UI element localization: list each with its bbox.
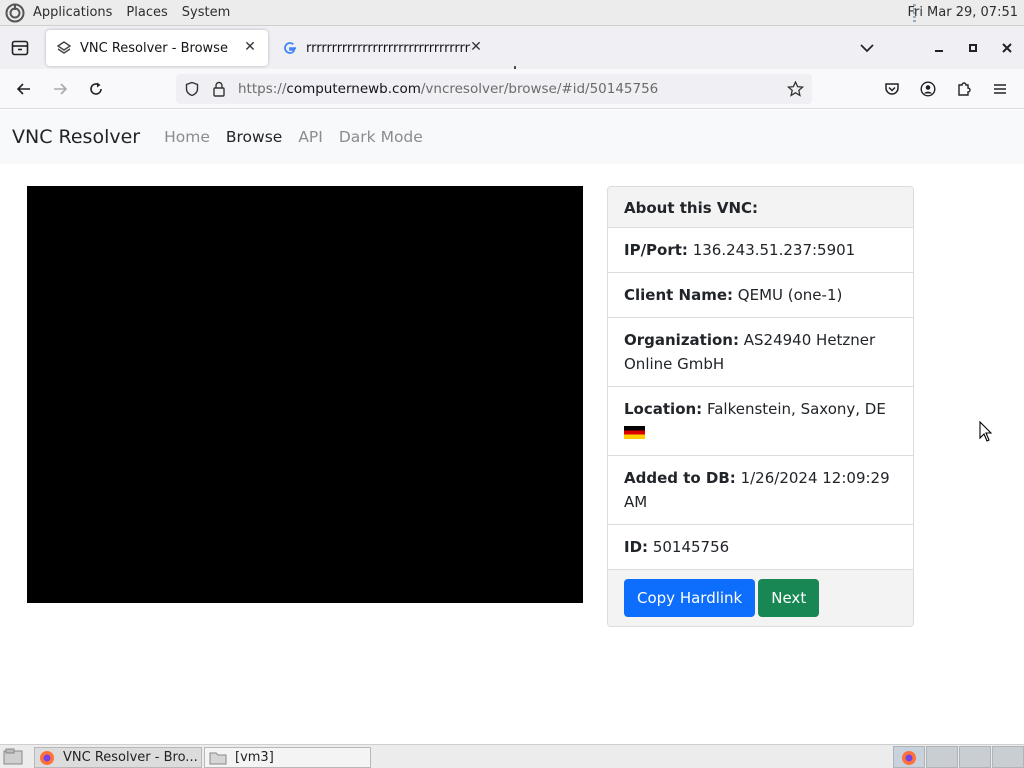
nav-browse[interactable]: Browse xyxy=(226,128,282,146)
firefox-icon xyxy=(902,751,916,765)
system-menu[interactable]: System xyxy=(182,5,230,20)
ip-port-row: IP/Port: 136.243.51.237:5901 xyxy=(608,228,913,273)
card-footer: Copy Hardlink Next xyxy=(608,570,913,626)
added-row: Added to DB: 1/26/2024 12:09:29 AM xyxy=(608,456,913,525)
taskbar-item-firefox[interactable]: VNC Resolver - Bro... xyxy=(34,747,202,768)
site-navbar: VNC Resolver Home Browse API Dark Mode xyxy=(0,110,1024,164)
pocket-icon xyxy=(885,83,899,95)
app-menu-button[interactable] xyxy=(988,77,1012,101)
location-label: Location: xyxy=(624,400,703,418)
client-name-value: QEMU (one-1) xyxy=(737,286,843,304)
workspace-1[interactable] xyxy=(893,746,925,768)
reload-button[interactable] xyxy=(84,77,108,101)
navigation-toolbar: https://computernewb.com/vncresolver/bro… xyxy=(0,69,1024,109)
account-icon xyxy=(920,81,936,97)
chevron-down-icon xyxy=(860,43,874,52)
tab-google[interactable]: rrrrrrrrrrrrrrrrrrrrrrrrrrrrrrrrrrrr ✕ xyxy=(272,30,494,66)
clock[interactable]: Fri Mar 29, 07:51 xyxy=(907,5,1018,20)
nav-home[interactable]: Home xyxy=(164,128,210,146)
window-controls xyxy=(850,26,1024,69)
bottom-taskbar: VNC Resolver - Bro... [vm3] xyxy=(0,744,1024,768)
id-row: ID: 50145756 xyxy=(608,525,913,570)
firefox-icon xyxy=(40,750,54,765)
close-icon xyxy=(1002,42,1012,53)
tab-title: VNC Resolver - Browse xyxy=(80,40,228,56)
minimize-icon xyxy=(935,49,943,52)
client-name-label: Client Name: xyxy=(624,286,734,304)
firefox-view-icon xyxy=(11,40,29,55)
organization-row: Organization: AS24940 Hetzner Online Gmb… xyxy=(608,318,913,387)
workspace-2[interactable] xyxy=(926,746,958,768)
nav-dark-mode[interactable]: Dark Mode xyxy=(339,128,423,146)
forward-button[interactable] xyxy=(48,77,72,101)
site-brand[interactable]: VNC Resolver xyxy=(12,126,140,148)
next-button[interactable]: Next xyxy=(758,579,820,617)
places-menu[interactable]: Places xyxy=(126,5,167,20)
pocket-button[interactable] xyxy=(880,77,904,101)
tab-vnc-resolver[interactable]: VNC Resolver - Browse ✕ xyxy=(46,30,268,66)
card-header: About this VNC: xyxy=(608,187,913,228)
tab-title: rrrrrrrrrrrrrrrrrrrrrrrrrrrrrrrrrrrr xyxy=(306,40,471,56)
id-value: 50145756 xyxy=(652,538,730,556)
lock-icon[interactable] xyxy=(212,81,226,97)
id-label: ID: xyxy=(624,538,649,556)
show-desktop-icon[interactable] xyxy=(3,748,23,766)
shield-icon[interactable] xyxy=(184,81,200,97)
workspace-3[interactable] xyxy=(959,746,991,768)
ip-port-label: IP/Port: xyxy=(624,241,688,259)
list-all-tabs-button[interactable] xyxy=(850,31,884,65)
vnc-screenshot xyxy=(27,186,583,603)
copy-hardlink-button[interactable]: Copy Hardlink xyxy=(624,579,756,617)
ip-port-value: 136.243.51.237:5901 xyxy=(692,241,856,259)
url-text[interactable]: https://computernewb.com/vncresolver/bro… xyxy=(238,81,658,97)
workspace-4[interactable] xyxy=(992,746,1024,768)
location-row: Location: Falkenstein, Saxony, DE xyxy=(608,387,913,456)
client-name-row: Client Name: QEMU (one-1) xyxy=(608,273,913,318)
account-button[interactable] xyxy=(916,77,940,101)
tab-close-icon[interactable]: ✕ xyxy=(468,39,484,55)
distro-logo-icon[interactable] xyxy=(5,3,25,23)
bookmark-star-icon[interactable] xyxy=(787,81,804,97)
back-button[interactable] xyxy=(12,77,36,101)
tab-close-icon[interactable]: ✕ xyxy=(242,39,258,55)
url-bar[interactable]: https://computernewb.com/vncresolver/bro… xyxy=(176,74,812,104)
vnc-info-card: About this VNC: IP/Port: 136.243.51.237:… xyxy=(607,186,914,627)
germany-flag-icon xyxy=(624,426,645,439)
added-label: Added to DB: xyxy=(624,469,736,487)
taskbar-item-label: [vm3] xyxy=(235,750,274,765)
top-panel: Applications Places System Fri Mar 29, 0… xyxy=(0,0,1024,26)
folder-icon xyxy=(209,752,227,764)
minimize-button[interactable] xyxy=(922,31,956,65)
forward-arrow-icon xyxy=(54,83,68,95)
vnc-favicon-icon xyxy=(56,40,72,56)
applications-menu[interactable]: Applications xyxy=(33,5,112,20)
google-favicon-icon xyxy=(282,40,298,56)
nav-api[interactable]: API xyxy=(298,128,323,146)
close-window-button[interactable] xyxy=(990,31,1024,65)
organization-label: Organization: xyxy=(624,331,739,349)
extensions-button[interactable] xyxy=(952,77,976,101)
back-arrow-icon xyxy=(16,83,30,95)
firefox-view-button[interactable] xyxy=(0,26,40,69)
puzzle-icon xyxy=(958,82,971,96)
mouse-cursor-icon xyxy=(979,421,992,442)
reload-icon xyxy=(90,82,102,95)
location-value: Falkenstein, Saxony, DE xyxy=(706,400,886,418)
taskbar-item-label: VNC Resolver - Bro... xyxy=(63,750,198,765)
maximize-button[interactable] xyxy=(956,31,990,65)
hamburger-menu-icon xyxy=(994,84,1006,94)
maximize-icon xyxy=(969,43,977,52)
taskbar-item-vm3[interactable]: [vm3] xyxy=(204,747,371,768)
